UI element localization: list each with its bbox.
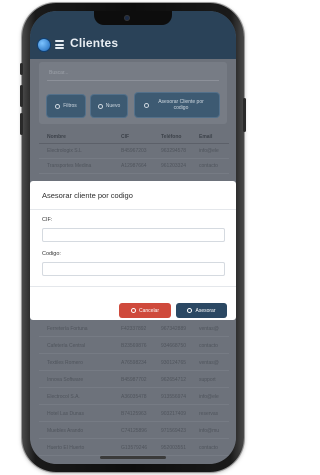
- cell-email: ventas@: [199, 360, 219, 366]
- code-field[interactable]: [42, 262, 225, 276]
- code-label: Codigo:: [42, 251, 61, 257]
- cell-phone: 962654712: [161, 377, 187, 383]
- cell-email: info@mu: [199, 428, 220, 434]
- filter-icon: [55, 103, 61, 109]
- cell-phone: 930124765: [161, 360, 187, 366]
- silent-switch: [20, 63, 23, 75]
- cell-name: Huerto El Huerto: [47, 445, 85, 451]
- column-header-name[interactable]: Nombre: [47, 134, 66, 140]
- table-row[interactable]: Electrologix S.L B45967203 963294578 inf…: [39, 145, 229, 159]
- cell-name: Electrologix S.L: [47, 148, 82, 154]
- phone-frame: Clientes Buscar... Filtros Nuevo Asesora…: [20, 3, 246, 472]
- table-row[interactable]: Cafetería Central B23569876 934668750 co…: [39, 340, 229, 354]
- table-row[interactable]: Hotel Las Dunas B74125963 903217409 rese…: [39, 408, 229, 422]
- cell-cif: B23569876: [121, 343, 147, 349]
- phone-screen: Clientes Buscar... Filtros Nuevo Asesora…: [30, 11, 236, 464]
- cell-email: contacto: [199, 343, 218, 349]
- submit-button[interactable]: Asesorar: [176, 303, 227, 318]
- cell-email: ventas@: [199, 326, 219, 332]
- new-button[interactable]: Nuevo: [91, 95, 127, 117]
- advise-label: Asesorar Cliente por codigo: [158, 99, 204, 111]
- table-row[interactable]: Textiles Romero A76598234 930124765 vent…: [39, 357, 229, 371]
- toolbar-card: Buscar... Filtros Nuevo Asesorar Cliente…: [39, 62, 227, 124]
- dialog-title: Asesorar cliente por codigo: [42, 191, 133, 200]
- cell-email: reservas: [199, 411, 219, 417]
- cell-name: Innova Software: [47, 377, 84, 383]
- cell-email: contacto: [199, 445, 218, 451]
- cell-name: Hotel Las Dunas: [47, 411, 84, 417]
- column-header-cif[interactable]: CIF: [121, 134, 129, 140]
- cell-email: info@ele: [199, 148, 219, 154]
- filters-label: Filtros: [63, 103, 77, 109]
- dialog-divider: [30, 209, 236, 210]
- menu-icon[interactable]: [55, 40, 64, 49]
- page-title: Clientes: [70, 36, 119, 50]
- app-logo-icon: [38, 39, 50, 51]
- table-row[interactable]: Ferretería Fortuna F42337892 967342889 v…: [39, 323, 229, 337]
- cell-cif: C74125896: [121, 428, 147, 434]
- advise-client-button[interactable]: Asesorar Cliente por codigo: [135, 93, 219, 117]
- column-header-email[interactable]: Email: [199, 134, 212, 140]
- cell-phone: 913556974: [161, 394, 187, 400]
- column-header-phone[interactable]: Teléfono: [161, 134, 181, 140]
- search-input[interactable]: Buscar...: [47, 66, 219, 81]
- cell-cif: F42337892: [121, 326, 147, 332]
- cell-email: support: [199, 377, 216, 383]
- cell-cif: B45987702: [121, 377, 147, 383]
- cell-phone: 971569423: [161, 428, 187, 434]
- volume-up-button: [20, 85, 23, 107]
- cell-name: Transportes Medina: [47, 163, 92, 169]
- cell-name: Electrocol S.A.: [47, 394, 80, 400]
- cell-phone: 934668750: [161, 343, 187, 349]
- new-label: Nuevo: [105, 103, 121, 109]
- home-indicator: [100, 456, 166, 459]
- cancel-label: Cancelar: [138, 307, 159, 314]
- table-row[interactable]: Innova Software B45987702 962654712 supp…: [39, 374, 229, 388]
- camera-icon: [124, 15, 130, 21]
- cell-name: Textiles Romero: [47, 360, 83, 366]
- table-header: Nombre CIF Teléfono Email: [39, 133, 229, 144]
- cell-name: Muebles Arando: [47, 428, 84, 434]
- table-row[interactable]: Transportes Medina A12987664 961203324 c…: [39, 160, 229, 174]
- cell-phone: 967342889: [161, 326, 187, 332]
- table-row[interactable]: Electrocol S.A. A36035478 913556974 info…: [39, 391, 229, 405]
- dialog-footer-divider: [30, 286, 236, 287]
- cell-cif: A36035478: [121, 394, 147, 400]
- cell-cif: A12987664: [121, 163, 147, 169]
- table-row[interactable]: Huerto El Huerto G13579246 952003551 con…: [39, 442, 229, 456]
- cancel-button[interactable]: Cancelar: [119, 303, 171, 318]
- submit-label: Asesorar: [195, 307, 216, 314]
- cancel-icon: [130, 308, 136, 313]
- cell-phone: 963294578: [161, 148, 187, 154]
- add-circle-icon: [144, 102, 149, 108]
- cell-phone: 961203324: [161, 163, 187, 169]
- cif-label: CIF:: [42, 217, 53, 223]
- advise-client-dialog: Asesorar cliente por codigo CIF: Codigo:…: [30, 181, 236, 320]
- cell-name: Ferretería Fortuna: [47, 326, 88, 332]
- check-icon: [187, 308, 193, 313]
- power-button: [243, 98, 246, 132]
- volume-down-button: [20, 113, 23, 135]
- cell-email: contacto: [199, 163, 218, 169]
- filters-button[interactable]: Filtros: [47, 95, 85, 117]
- cell-name: Cafetería Central: [47, 343, 86, 349]
- cif-field[interactable]: [42, 228, 225, 242]
- cell-cif: B74125963: [121, 411, 147, 417]
- table-row[interactable]: Muebles Arando C74125896 971569423 info@…: [39, 425, 229, 439]
- cell-cif: G13579246: [121, 445, 148, 451]
- cell-phone: 903217409: [161, 411, 187, 417]
- cell-cif: A76598234: [121, 360, 147, 366]
- cell-phone: 952003551: [161, 445, 187, 451]
- notch: [94, 11, 172, 25]
- add-icon: [97, 103, 103, 109]
- cell-cif: B45967203: [121, 148, 147, 154]
- cell-email: info@ele: [199, 394, 219, 400]
